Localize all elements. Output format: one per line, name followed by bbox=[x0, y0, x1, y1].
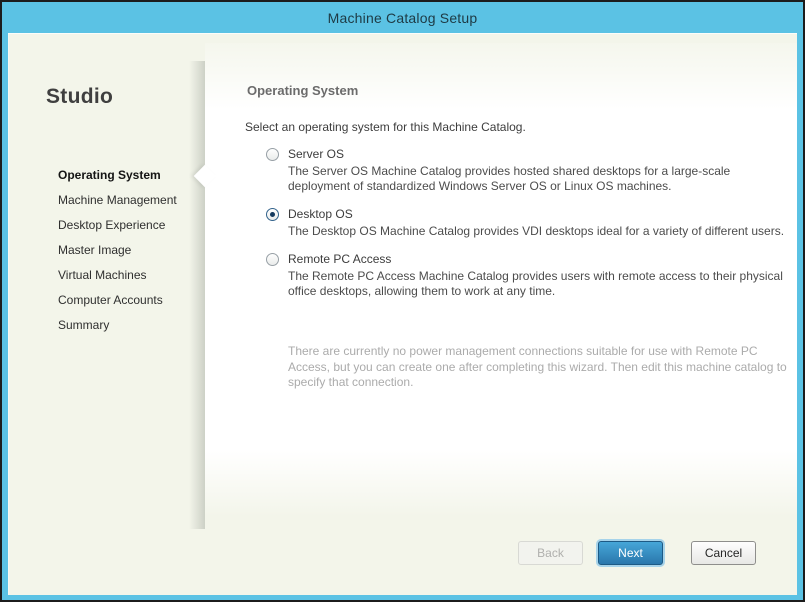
window-title: Machine Catalog Setup bbox=[328, 10, 478, 26]
page-instruction: Select an operating system for this Mach… bbox=[245, 120, 526, 134]
option-desc-server-os: The Server OS Machine Catalog provides h… bbox=[288, 164, 786, 194]
sidebar-item-master-image: Master Image bbox=[58, 238, 208, 263]
sidebar-item-machine-management: Machine Management bbox=[58, 188, 208, 213]
radio-remote-pc-access[interactable] bbox=[266, 253, 279, 266]
option-label-desktop-os[interactable]: Desktop OS bbox=[288, 207, 786, 221]
screen: Machine Catalog Setup Studio Operating S… bbox=[0, 0, 809, 606]
sidebar-item-virtual-machines: Virtual Machines bbox=[58, 263, 208, 288]
option-desc-remote-pc-access: The Remote PC Access Machine Catalog pro… bbox=[288, 269, 786, 299]
machine-catalog-setup-window: Machine Catalog Setup Studio Operating S… bbox=[0, 0, 805, 602]
sidebar-item-operating-system: Operating System bbox=[58, 163, 208, 188]
sidebar-content-divider bbox=[189, 61, 205, 529]
option-texts: Desktop OS The Desktop OS Machine Catalo… bbox=[288, 207, 786, 239]
window-titlebar: Machine Catalog Setup bbox=[2, 2, 803, 33]
wizard-body: Studio Operating System Machine Manageme… bbox=[8, 33, 797, 595]
next-button[interactable]: Next bbox=[598, 541, 663, 565]
option-desc-desktop-os: The Desktop OS Machine Catalog provides … bbox=[288, 224, 786, 239]
sidebar-item-desktop-experience: Desktop Experience bbox=[58, 213, 208, 238]
option-texts: Remote PC Access The Remote PC Access Ma… bbox=[288, 252, 786, 299]
option-texts: Server OS The Server OS Machine Catalog … bbox=[288, 147, 786, 194]
radio-desktop-os[interactable] bbox=[266, 208, 279, 221]
option-remote-pc-access[interactable]: Remote PC Access The Remote PC Access Ma… bbox=[266, 252, 786, 299]
studio-logo: Studio bbox=[46, 85, 113, 109]
sidebar-item-computer-accounts: Computer Accounts bbox=[58, 288, 208, 313]
option-server-os[interactable]: Server OS The Server OS Machine Catalog … bbox=[266, 147, 786, 194]
option-label-server-os[interactable]: Server OS bbox=[288, 147, 786, 161]
wizard-steps-sidebar: Operating System Machine Management Desk… bbox=[58, 163, 208, 338]
option-desktop-os[interactable]: Desktop OS The Desktop OS Machine Catalo… bbox=[266, 207, 786, 239]
radio-server-os[interactable] bbox=[266, 148, 279, 161]
back-button[interactable]: Back bbox=[518, 541, 583, 565]
os-options-group: Server OS The Server OS Machine Catalog … bbox=[266, 147, 786, 312]
option-label-remote-pc-access[interactable]: Remote PC Access bbox=[288, 252, 786, 266]
sidebar-item-summary: Summary bbox=[58, 313, 208, 338]
cancel-button[interactable]: Cancel bbox=[691, 541, 756, 565]
power-management-note: There are currently no power management … bbox=[288, 344, 793, 391]
page-title: Operating System bbox=[247, 83, 358, 98]
